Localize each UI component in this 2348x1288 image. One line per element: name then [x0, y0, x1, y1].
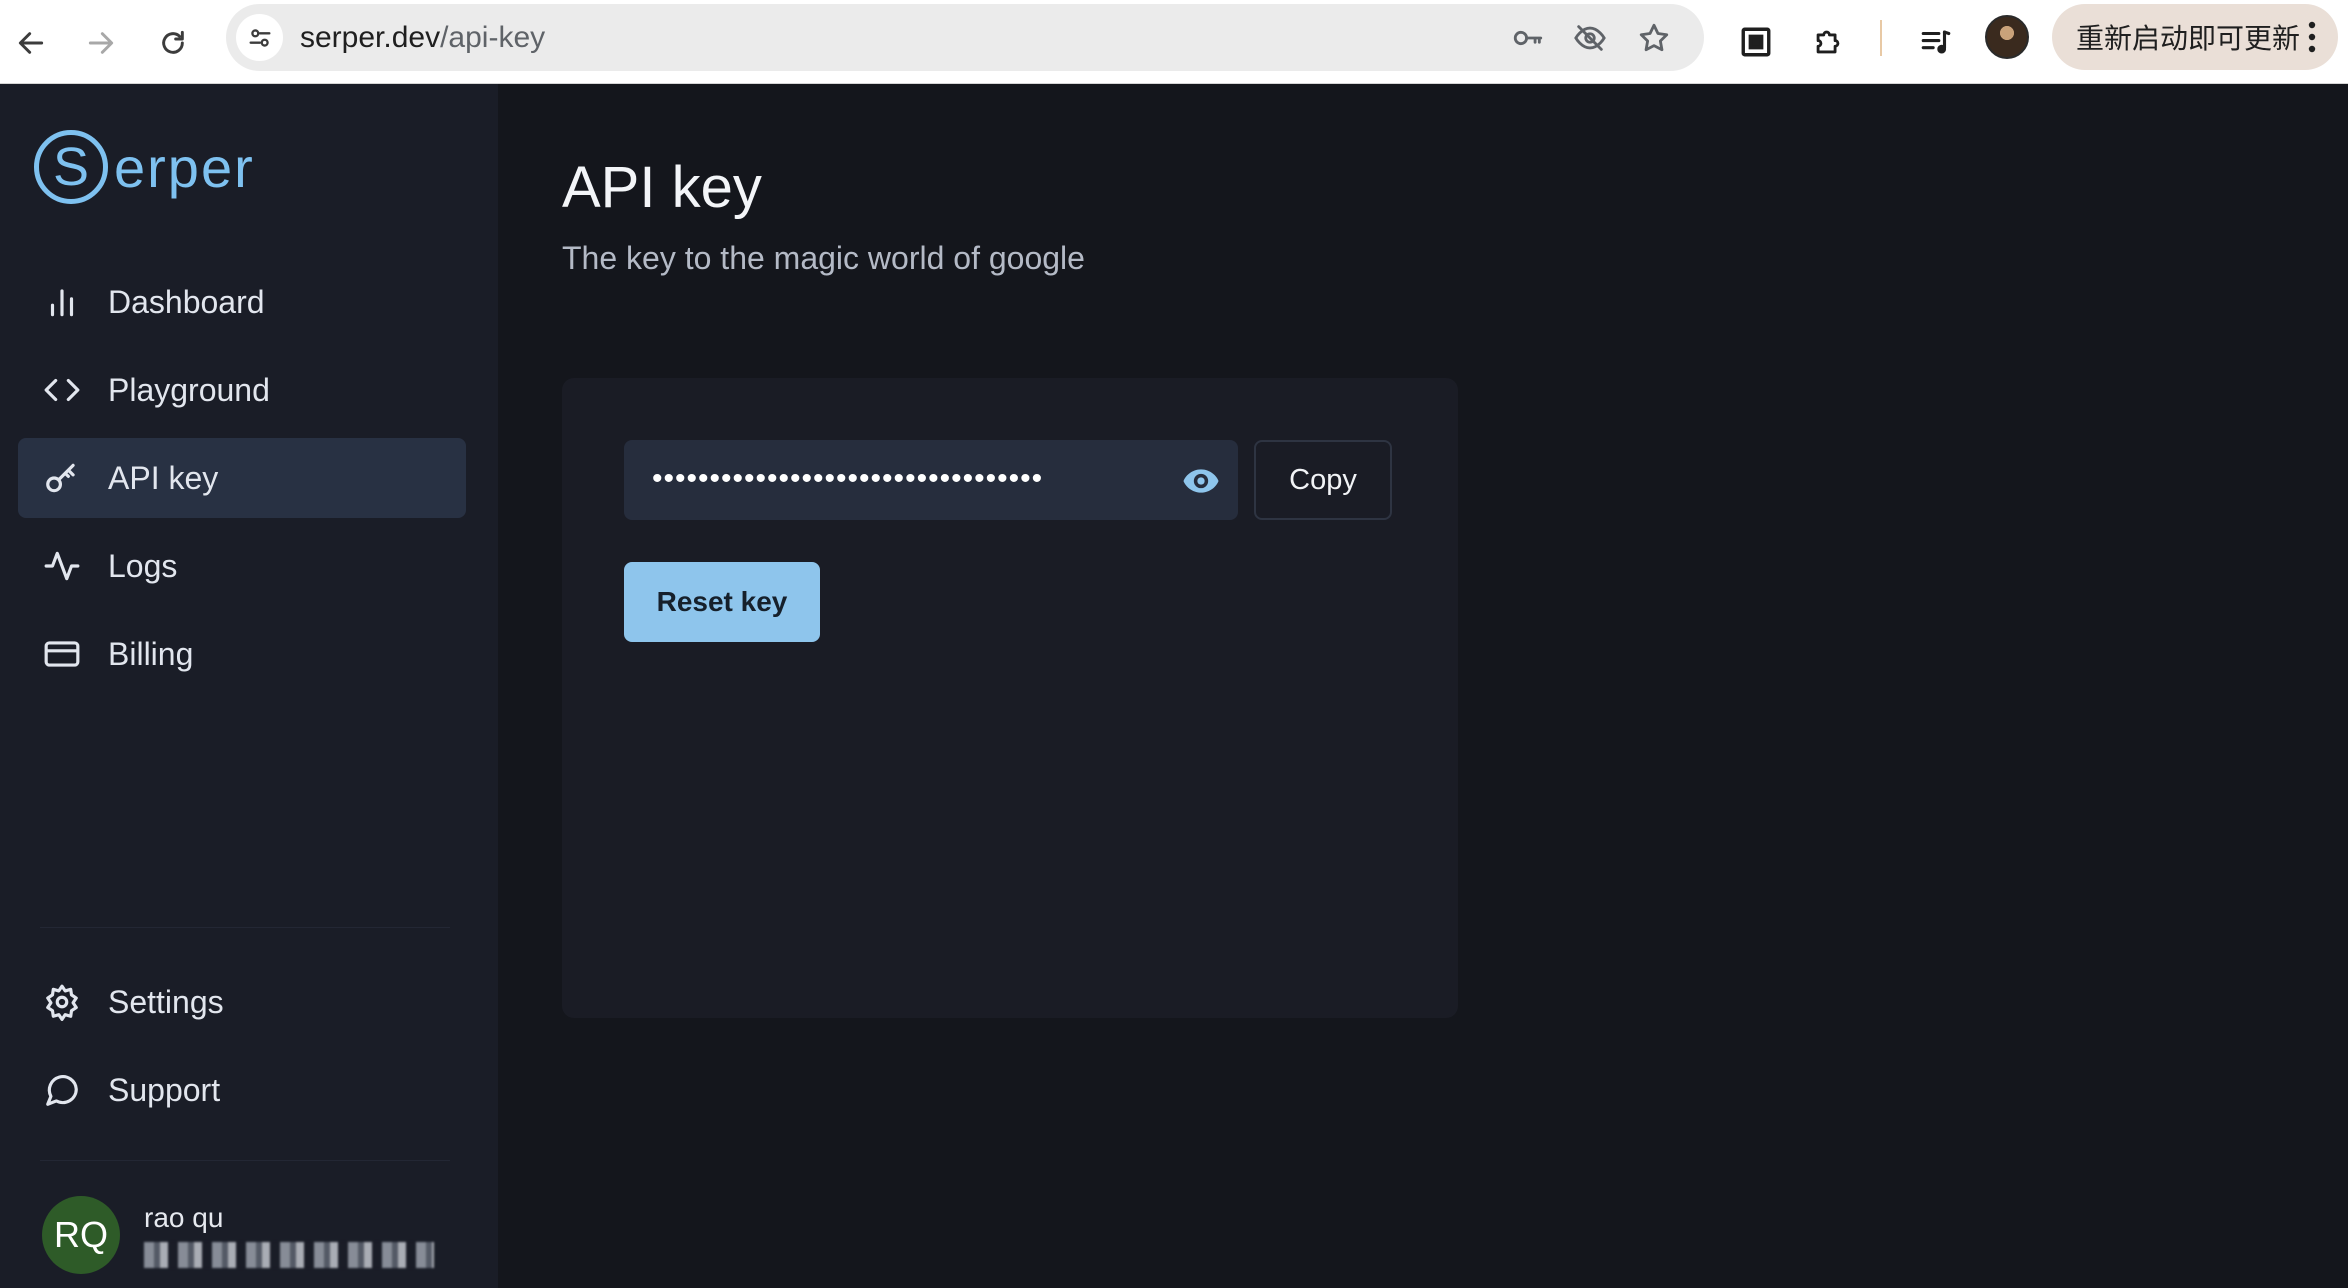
page-title: API key: [562, 155, 762, 220]
frame-icon: [1741, 27, 1771, 57]
reload-button[interactable]: [146, 16, 200, 70]
sidebar-item-label: Billing: [108, 635, 194, 672]
sidebar-item-playground[interactable]: Playground: [18, 350, 466, 430]
sidebar: S erper Dashboard Playground API key Log…: [0, 84, 498, 1288]
sidebar-item-label: Settings: [108, 983, 224, 1020]
page-subtitle: The key to the magic world of google: [562, 240, 1085, 276]
sidebar-divider: [40, 927, 450, 928]
gear-icon: [42, 982, 82, 1022]
puzzle-icon: [1816, 30, 1840, 54]
activity-icon: [42, 546, 82, 586]
sidebar-divider: [40, 1160, 450, 1161]
sidebar-item-label: Playground: [108, 371, 270, 408]
key-icon: [42, 458, 82, 498]
bookmark-button[interactable]: [1634, 18, 1674, 58]
serper-logo[interactable]: S erper: [34, 130, 255, 204]
sidebar-item-settings[interactable]: Settings: [18, 962, 466, 1042]
profile-avatar[interactable]: [1985, 15, 2029, 59]
bar-chart-icon: [42, 282, 82, 322]
user-profile[interactable]: RQ rao qu: [42, 1196, 434, 1274]
eye-icon: [1183, 469, 1219, 493]
url-domain: serper.dev: [300, 21, 441, 54]
sidebar-item-label: Dashboard: [108, 283, 265, 320]
logo-wordmark: erper: [114, 135, 255, 199]
media-control-button[interactable]: [1910, 16, 1962, 68]
reload-icon: [162, 30, 184, 54]
code-icon: [42, 370, 82, 410]
avatar: RQ: [42, 1196, 120, 1274]
sidebar-item-support[interactable]: Support: [18, 1050, 466, 1130]
user-info: rao qu: [144, 1202, 434, 1268]
star-icon: [1639, 23, 1669, 52]
browser-toolbar: serper.dev/api-key 重新启动即可更新: [0, 0, 2348, 84]
main-content: API key The key to the magic world of go…: [498, 84, 2348, 1288]
playlist-music-icon: [1921, 30, 1951, 54]
sidebar-item-label: Logs: [108, 547, 178, 584]
reset-key-button[interactable]: Reset key: [624, 562, 820, 642]
more-vert-icon: [2308, 21, 2316, 53]
tracking-protection-button[interactable]: [1570, 18, 1610, 58]
user-email-redacted: [144, 1242, 434, 1268]
api-key-masked-value: ••••••••••••••••••••••••••••••••••: [652, 462, 1044, 495]
credit-card-icon: [42, 634, 82, 674]
password-key-button[interactable]: [1508, 18, 1548, 58]
sidebar-item-billing[interactable]: Billing: [18, 614, 466, 694]
site-info-button[interactable]: [236, 14, 283, 61]
key-icon: [1513, 30, 1543, 46]
tune-icon: [249, 28, 270, 47]
api-key-field[interactable]: ••••••••••••••••••••••••••••••••••: [624, 440, 1238, 520]
eye-off-icon: [1574, 25, 1606, 51]
sidebar-item-dashboard[interactable]: Dashboard: [18, 262, 466, 342]
sidebar-item-label: Support: [108, 1071, 221, 1108]
logo-mark: S: [34, 130, 108, 204]
update-button-label: 重新启动即可更新: [2076, 23, 2301, 54]
address-bar[interactable]: serper.dev/api-key: [226, 4, 1704, 71]
screenshot-button[interactable]: [1730, 16, 1782, 68]
api-key-card: •••••••••••••••••••••••••••••••••• Copy …: [562, 378, 1458, 1018]
forward-button[interactable]: [74, 16, 128, 70]
url-text: serper.dev/api-key: [300, 22, 545, 54]
chat-bubble-icon: [42, 1070, 82, 1110]
back-button[interactable]: [4, 16, 58, 70]
sidebar-item-label: API key: [108, 459, 219, 496]
arrow-left-icon: [18, 32, 44, 54]
toolbar-divider: [1880, 20, 1882, 56]
sidebar-item-api-key[interactable]: API key: [18, 438, 466, 518]
update-button[interactable]: 重新启动即可更新: [2052, 4, 2338, 70]
user-name: rao qu: [144, 1202, 224, 1233]
sidebar-item-logs[interactable]: Logs: [18, 526, 466, 606]
arrow-right-icon: [88, 32, 114, 54]
show-key-button[interactable]: [1180, 460, 1222, 502]
copy-button[interactable]: Copy: [1254, 440, 1392, 520]
url-path: /api-key: [440, 21, 546, 54]
extensions-button[interactable]: [1802, 16, 1854, 68]
